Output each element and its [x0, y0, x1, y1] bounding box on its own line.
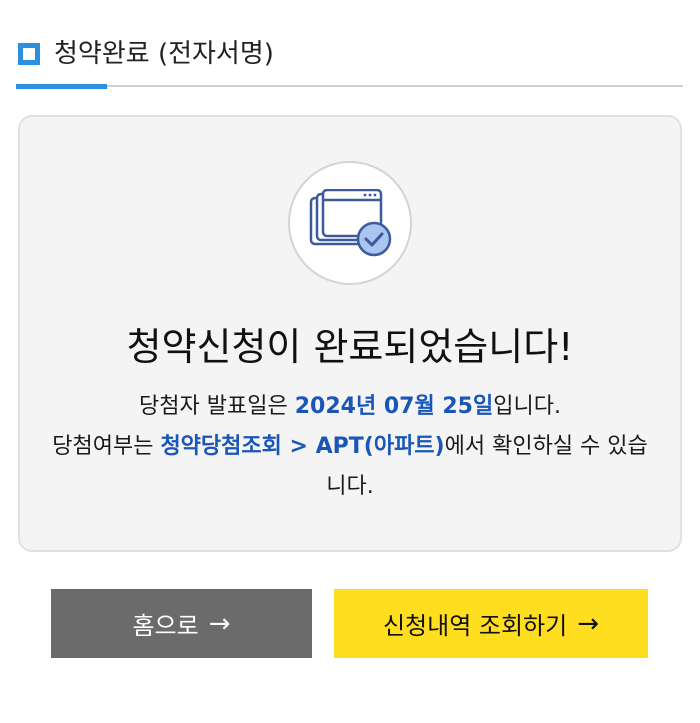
home-button[interactable]: 홈으로 → — [51, 589, 312, 658]
announcement-suffix: 입니다. — [493, 394, 561, 419]
result-check-prefix: 당첨여부는 — [52, 434, 161, 459]
home-button-label: 홈으로 — [132, 612, 199, 640]
arrow-right-icon: → — [577, 608, 600, 639]
browser-windows-check-icon — [309, 189, 392, 257]
result-check-line: 당첨여부는 청약당첨조회 > APT(아파트)에서 확인하실 수 있습니다. — [50, 427, 650, 507]
arrow-right-icon: → — [208, 608, 231, 639]
completion-headline: 청약신청이 완료되었습니다! — [126, 325, 574, 369]
announcement-line: 당첨자 발표일은 2024년 07월 25일입니다. — [50, 387, 650, 427]
announcement-prefix: 당첨자 발표일은 — [139, 394, 295, 419]
announcement-date: 2024년 07월 25일 — [294, 394, 494, 419]
completion-info: 당첨자 발표일은 2024년 07월 25일입니다. 당첨여부는 청약당첨조회 … — [50, 387, 650, 507]
section-divider — [16, 85, 683, 87]
section-title: 청약완료 (전자서명) — [54, 39, 274, 69]
result-menu-path: 청약당첨조회 > APT(아파트) — [160, 434, 445, 459]
history-button-label: 신청내역 조회하기 — [382, 612, 568, 640]
square-bullet-icon — [18, 43, 40, 65]
completion-card: 청약신청이 완료되었습니다! 당첨자 발표일은 2024년 07월 25일입니다… — [18, 115, 682, 552]
section-header: 청약완료 (전자서명) — [16, 30, 683, 90]
completion-icon-circle — [288, 161, 412, 285]
section-divider-accent — [16, 84, 107, 89]
view-application-history-button[interactable]: 신청내역 조회하기 → — [334, 589, 648, 658]
